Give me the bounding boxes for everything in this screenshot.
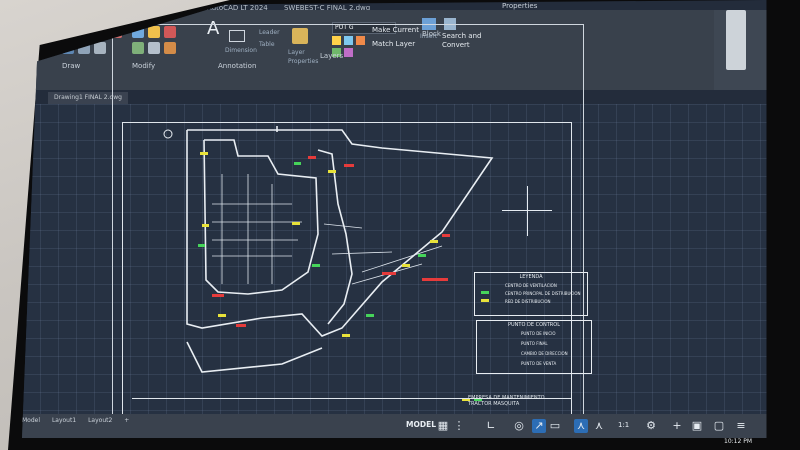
legend-row: CENTRO DE VENTILACION bbox=[505, 283, 557, 288]
status-bar: Model Layout1 Layout2 + MODEL ▦ ⋮ ∟ ◎ ↗ … bbox=[22, 414, 767, 438]
legend-top: LEYENDA CENTRO DE VENTILACION CENTRO PRI… bbox=[474, 272, 588, 316]
marker-green bbox=[418, 254, 426, 257]
ellipse-icon[interactable] bbox=[94, 42, 106, 54]
interior-detail bbox=[212, 174, 443, 285]
fullscreen-icon[interactable]: ▢ bbox=[712, 419, 726, 433]
legend-swatch-yellow bbox=[481, 299, 489, 302]
osnap-icon[interactable]: ↗ bbox=[532, 419, 546, 433]
drawing-canvas[interactable]: LEYENDA CENTRO DE VENTILACION CENTRO PRI… bbox=[22, 24, 767, 424]
marker-red bbox=[212, 294, 224, 297]
site-plan bbox=[163, 126, 494, 401]
lineweight-icon[interactable]: ▭ bbox=[548, 419, 562, 433]
tab-model[interactable]: Model bbox=[22, 417, 40, 424]
layout-tabs: Model Layout1 Layout2 + bbox=[22, 417, 139, 424]
customize-icon[interactable]: ≡ bbox=[734, 419, 748, 433]
marker-yellow bbox=[430, 240, 438, 243]
legend-row: RED DE DISTRIBUCION bbox=[505, 299, 551, 304]
marker-yellow bbox=[292, 222, 300, 225]
line-icon[interactable] bbox=[62, 26, 74, 38]
legend-row: CAMBIO DE DIRECCION bbox=[521, 351, 568, 356]
tab-layout2[interactable]: Layout2 bbox=[88, 417, 112, 424]
legend-row: PUNTO DE INICIO bbox=[521, 331, 556, 336]
polar-icon[interactable]: ◎ bbox=[512, 419, 526, 433]
draw-group-label: Draw bbox=[62, 62, 81, 70]
plus-icon[interactable]: + bbox=[670, 419, 684, 433]
marker-yellow bbox=[328, 170, 336, 173]
properties-group-label[interactable]: Properties bbox=[502, 2, 537, 10]
marker-yellow bbox=[200, 152, 208, 155]
legend-row: CENTRO PRINCIPAL DE DISTRIBUCION bbox=[505, 291, 581, 296]
marker-yellow bbox=[342, 334, 350, 337]
tab-add[interactable]: + bbox=[124, 417, 129, 424]
marker-red bbox=[422, 278, 448, 281]
legend-bottom: PUNTO DE CONTROL PUNTO DE INICIO PUNTO F… bbox=[476, 320, 592, 374]
model-space-button[interactable]: MODEL bbox=[406, 420, 436, 429]
legend-row: PUNTO DE VENTA bbox=[521, 361, 557, 366]
marker-red bbox=[382, 272, 396, 275]
annotation-scale-icon[interactable]: ⋏ bbox=[592, 419, 606, 433]
marker-green bbox=[366, 314, 374, 317]
annotation-icon[interactable]: ⋏ bbox=[574, 419, 588, 433]
ortho-icon[interactable]: ∟ bbox=[484, 419, 498, 433]
legend-swatch-green bbox=[481, 291, 489, 294]
ribbon-scrollbar[interactable] bbox=[726, 10, 746, 70]
marker-green bbox=[312, 264, 320, 267]
system-clock: 10:12 PM bbox=[724, 438, 752, 445]
marker-yellow bbox=[202, 224, 209, 227]
marker-green bbox=[294, 162, 301, 165]
marker-red bbox=[344, 164, 354, 167]
snap-icon[interactable]: ⋮ bbox=[452, 419, 466, 433]
marker-yellow bbox=[402, 264, 410, 267]
monitor: Autodesk AutoCAD LT 2024 SWEBEST-C FINAL… bbox=[0, 0, 800, 450]
marker-red bbox=[442, 234, 450, 237]
marker-yellow bbox=[218, 314, 226, 317]
title-block-text: EMPRESA DE MANTENIMIENTO TRACTOR MASQUIT… bbox=[468, 395, 545, 407]
legend-bottom-title: PUNTO DE CONTROL bbox=[507, 322, 560, 328]
title-block: EMPRESA DE MANTENIMIENTO TRACTOR MASQUIT… bbox=[132, 395, 572, 413]
north-arrow-icon bbox=[163, 129, 173, 139]
driveway bbox=[186, 341, 323, 373]
marker-red bbox=[236, 324, 246, 327]
ribbon-scroll-panel bbox=[714, 10, 767, 90]
tab-layout1[interactable]: Layout1 bbox=[52, 417, 76, 424]
building-outline bbox=[186, 126, 494, 373]
marker-green bbox=[198, 244, 205, 247]
cursor-crosshair-v bbox=[527, 186, 528, 236]
scale-selector[interactable]: 1:1 bbox=[618, 421, 629, 429]
outer-boundary bbox=[186, 129, 494, 337]
grid-icon[interactable]: ▦ bbox=[436, 419, 450, 433]
legend-row: PUNTO FINAL bbox=[521, 341, 548, 346]
isolate-icon[interactable]: ▣ bbox=[690, 419, 704, 433]
legend-top-title: LEYENDA bbox=[519, 274, 543, 280]
autocad-window: Autodesk AutoCAD LT 2024 SWEBEST-C FINAL… bbox=[22, 0, 767, 438]
corridor bbox=[317, 149, 353, 325]
marker-red bbox=[308, 156, 316, 159]
markers bbox=[198, 152, 482, 401]
workspace-gear-icon[interactable]: ⚙ bbox=[644, 419, 658, 433]
